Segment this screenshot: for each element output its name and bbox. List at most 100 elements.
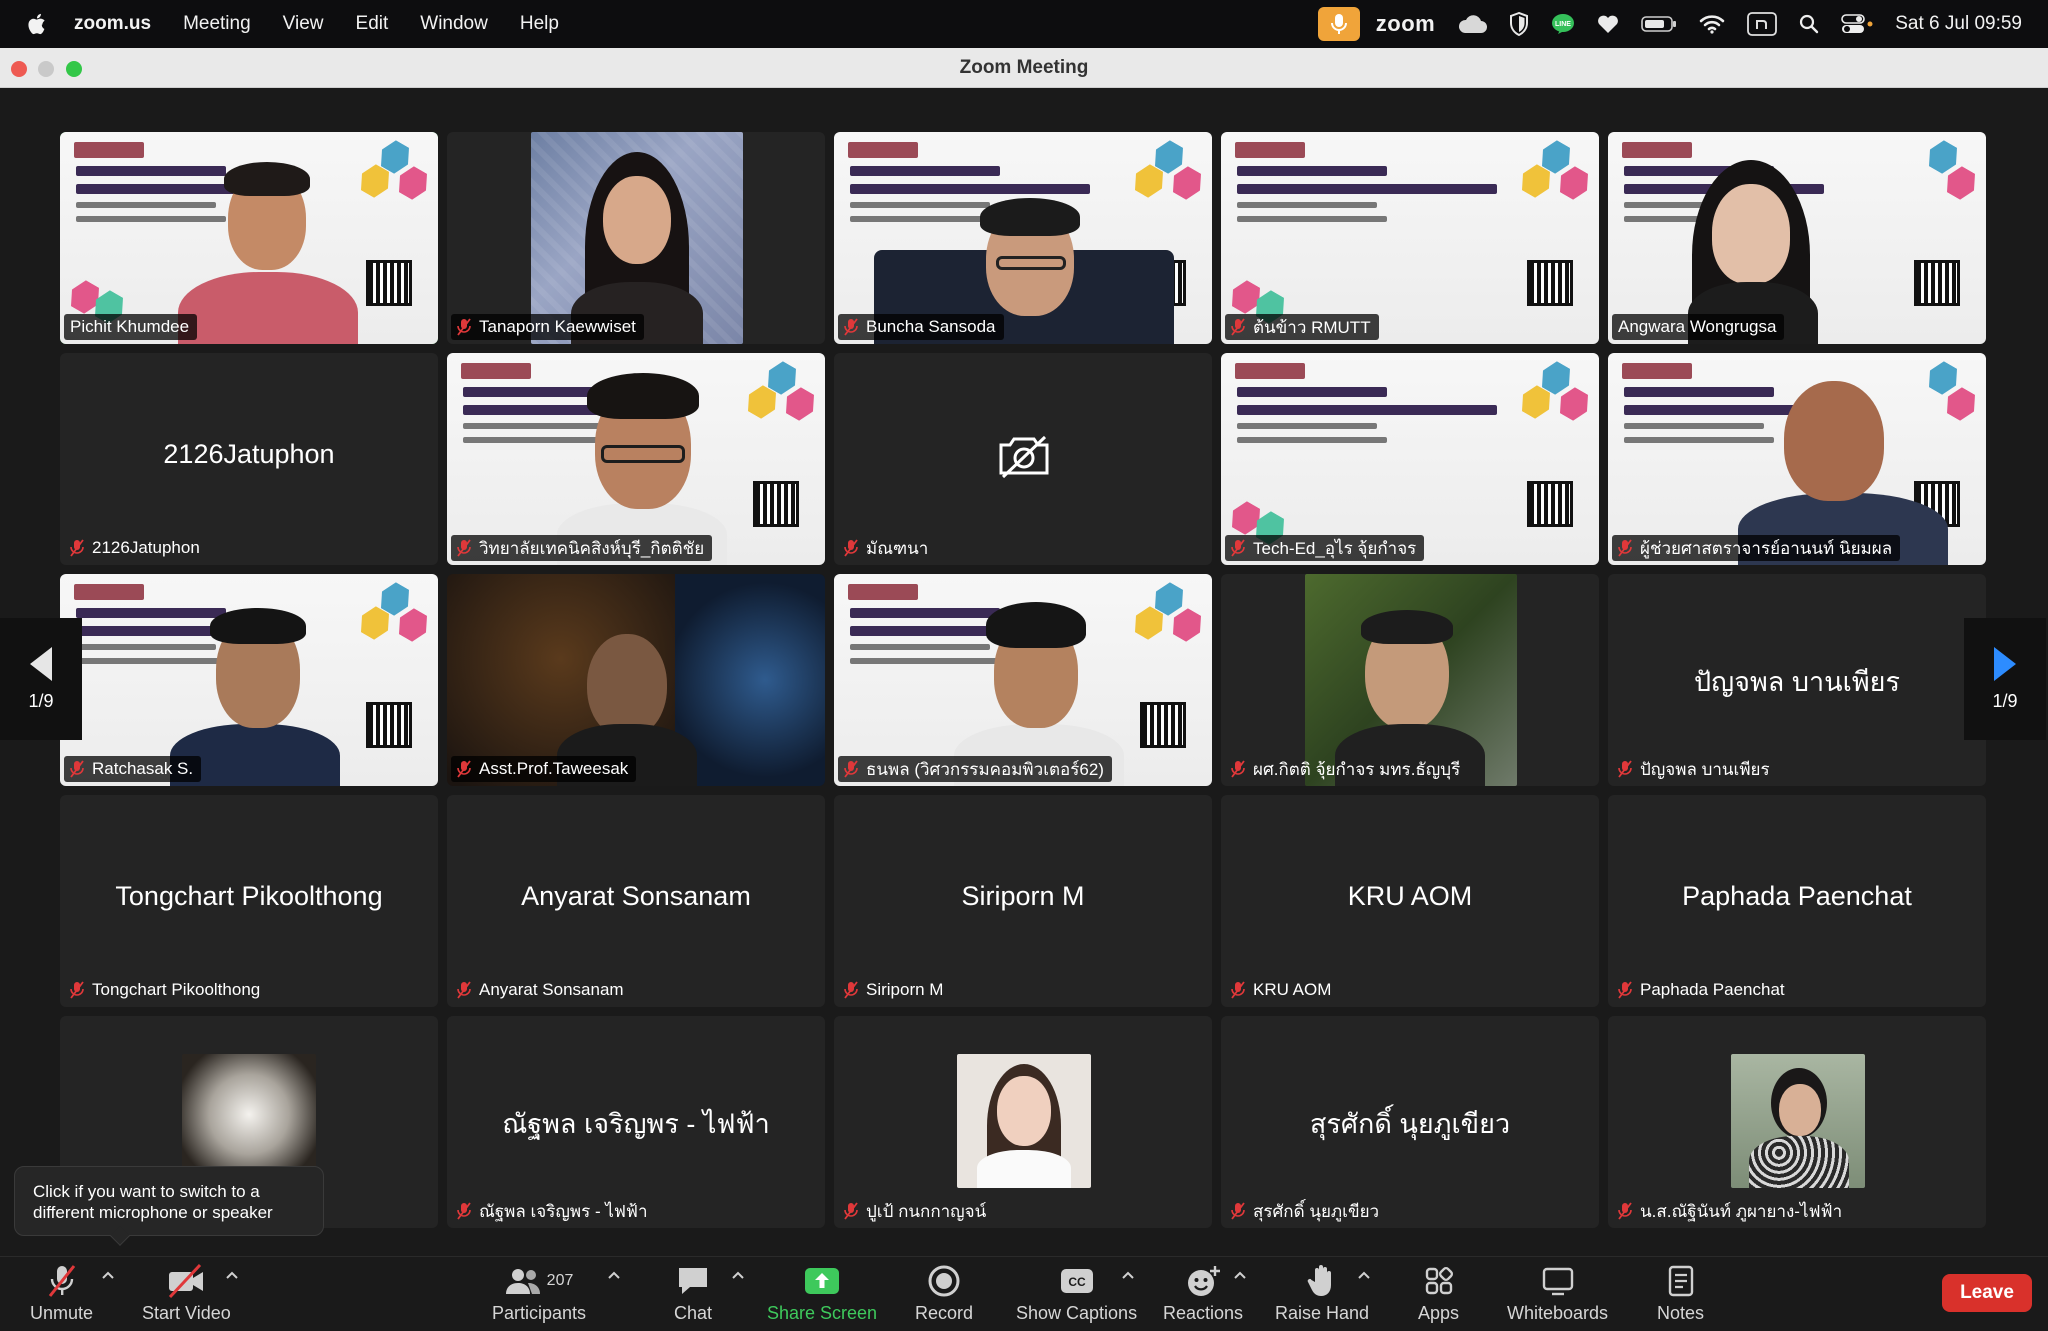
participant-name-label: 2126Jatuphon — [64, 535, 208, 561]
menu-view[interactable]: View — [283, 13, 324, 35]
line-app-icon[interactable]: LINE — [1551, 0, 1575, 48]
participant-name-label: ธนพล (วิศวกรรมคอมพิวเตอร์62) — [838, 756, 1112, 782]
participant-tile[interactable]: ธนพล (วิศวกรรมคอมพิวเตอร์62) — [834, 574, 1212, 786]
menu-window[interactable]: Window — [420, 13, 488, 35]
window-titlebar: Zoom Meeting — [0, 48, 2048, 88]
control-center-icon[interactable] — [1841, 0, 1873, 48]
participants-chevron-up-icon[interactable] — [608, 1269, 620, 1281]
menu-app-name[interactable]: zoom.us — [74, 13, 151, 35]
participant-tile[interactable]: ณัฐพล เจริญพร - ไฟฟ้า ณัฐพล เจริญพร - ไฟ… — [447, 1016, 825, 1228]
participant-name: Anyarat Sonsanam — [479, 980, 624, 999]
participant-name: KRU AOM — [1253, 980, 1332, 999]
apple-icon[interactable] — [26, 12, 50, 36]
heart-icon[interactable] — [1597, 0, 1619, 48]
participant-name-label: Tongchart Pikoolthong — [64, 977, 268, 1003]
battery-icon[interactable] — [1641, 0, 1677, 48]
participant-name-label: น.ส.ณัฐินันท์ ภูผายาง-ไฟฟ้า — [1612, 1198, 1850, 1224]
participant-name-label: KRU AOM — [1225, 977, 1339, 1003]
participant-tile[interactable]: Paphada Paenchat Paphada Paenchat — [1608, 795, 1986, 1007]
participant-tile[interactable]: ผู้ช่วยศาสตราจารย์อานนท์ นิยมผล — [1608, 353, 1986, 565]
participant-tile[interactable]: มัณฑนา — [834, 353, 1212, 565]
zoom-tray-label[interactable]: zoom — [1376, 11, 1435, 37]
shield-icon[interactable] — [1509, 0, 1529, 48]
participant-name-label: Tech-Ed_อุไร จุ้ยกำจร — [1225, 535, 1425, 561]
leave-meeting-button[interactable]: Leave — [1942, 1274, 2032, 1312]
start-video-button[interactable]: Start Video — [142, 1263, 231, 1324]
reactions-button[interactable]: Reactions — [1163, 1263, 1243, 1324]
participant-tile[interactable]: 2126Jatuphon 2126Jatuphon — [60, 353, 438, 565]
muted-mic-icon — [457, 760, 471, 778]
raise-hand-button[interactable]: Raise Hand — [1275, 1263, 1369, 1324]
participant-tile[interactable]: ผศ.กิตติ จุ้ยกำจร มทร.ธัญบุรี — [1221, 574, 1599, 786]
notes-label: Notes — [1657, 1303, 1705, 1323]
participant-tile[interactable]: ต้นข้าว RMUTT — [1221, 132, 1599, 344]
participant-name: Angwara Wongrugsa — [1618, 317, 1777, 336]
unmute-button[interactable]: Unmute — [30, 1263, 93, 1324]
notes-button[interactable]: Notes — [1657, 1263, 1704, 1324]
participant-name: ณัฐพล เจริญพร - ไฟฟ้า — [479, 1201, 648, 1221]
next-page-button[interactable]: 1/9 — [1964, 618, 2046, 740]
macos-menubar: zoom.us Meeting View Edit Window Help zo… — [0, 0, 2048, 48]
chat-label: Chat — [674, 1303, 713, 1323]
participant-tile[interactable]: KRU AOM KRU AOM — [1221, 795, 1599, 1007]
participant-tile[interactable]: ปูเป้ กนกกาญจน์ — [834, 1016, 1212, 1228]
participant-name: ผศ.กิตติ จุ้ยกำจร มทร.ธัญบุรี — [1253, 759, 1461, 779]
whiteboards-label: Whiteboards — [1507, 1303, 1609, 1323]
participant-display-name: Anyarat Sonsanam — [521, 881, 751, 911]
participant-tile[interactable]: วิทยาลัยเทคนิคสิงห์บุรี_กิตติชัย — [447, 353, 825, 565]
participant-tile[interactable]: Asst.Prof.Taweesak — [447, 574, 825, 786]
participants-button[interactable]: 207 Participants — [492, 1263, 586, 1324]
chevron-left-icon — [30, 646, 52, 681]
spotlight-search-icon[interactable] — [1799, 0, 1819, 48]
muted-mic-icon — [1231, 1202, 1245, 1220]
chat-bubble-icon — [679, 1268, 708, 1294]
participant-name-label: Ratchasak S. — [64, 756, 202, 782]
apps-button[interactable]: Apps — [1418, 1263, 1459, 1324]
participant-display-name: Paphada Paenchat — [1682, 881, 1912, 911]
chat-chevron-up-icon[interactable] — [732, 1269, 744, 1281]
captions-chevron-up-icon[interactable] — [1122, 1269, 1134, 1281]
cloud-icon[interactable] — [1457, 0, 1488, 48]
wifi-icon[interactable] — [1699, 0, 1725, 48]
muted-mic-icon — [1618, 539, 1632, 557]
muted-mic-icon — [1231, 760, 1245, 778]
menu-edit[interactable]: Edit — [356, 13, 389, 35]
share-screen-button[interactable]: Share Screen — [767, 1263, 877, 1324]
show-captions-button[interactable]: CC Show Captions — [1016, 1263, 1137, 1324]
muted-mic-icon — [1618, 1202, 1632, 1220]
participant-name-label: สุรศักดิ์ นุยภูเขียว — [1225, 1198, 1387, 1224]
whiteboards-button[interactable]: Whiteboards — [1507, 1263, 1608, 1324]
participant-name: ธนพล (วิศวกรรมคอมพิวเตอร์62) — [866, 759, 1104, 779]
participant-tile[interactable]: สุรศักดิ์ นุยภูเขียว สุรศักดิ์ นุยภูเขีย… — [1221, 1016, 1599, 1228]
participant-tile[interactable]: Tech-Ed_อุไร จุ้ยกำจร — [1221, 353, 1599, 565]
participant-tile[interactable]: Tongchart Pikoolthong Tongchart Pikoolth… — [60, 795, 438, 1007]
participant-tile[interactable]: Tanaporn Kaewwiset — [447, 132, 825, 344]
video-options-chevron-up-icon[interactable] — [226, 1269, 238, 1281]
microphone-in-use-icon[interactable] — [1317, 7, 1360, 41]
participant-display-name: KRU AOM — [1347, 881, 1473, 911]
menu-meeting[interactable]: Meeting — [183, 13, 251, 35]
participant-display-name: Siriporn M — [961, 881, 1085, 911]
audio-options-chevron-up-icon[interactable] — [102, 1269, 114, 1281]
muted-mic-icon — [844, 318, 858, 336]
participant-tile[interactable]: ปัญจพล บานเพียร ปัญจพล บานเพียร — [1608, 574, 1986, 786]
participant-tile[interactable]: Siriporn M Siriporn M — [834, 795, 1212, 1007]
participant-tile[interactable]: Buncha Sansoda — [834, 132, 1212, 344]
show-captions-label: Show Captions — [1016, 1303, 1138, 1323]
input-source-icon[interactable] — [1747, 0, 1778, 48]
record-button[interactable]: Record — [915, 1263, 973, 1324]
menubar-clock[interactable]: Sat 6 Jul 09:59 — [1895, 13, 2022, 35]
previous-page-button[interactable]: 1/9 — [0, 618, 82, 740]
participant-name: มัณฑนา — [866, 538, 929, 558]
participant-tile[interactable]: Ratchasak S. — [60, 574, 438, 786]
start-video-label: Start Video — [142, 1303, 231, 1323]
chat-button[interactable]: Chat — [674, 1263, 712, 1324]
participant-tile[interactable]: Pichit Khumdee — [60, 132, 438, 344]
participant-tile[interactable]: Anyarat Sonsanam Anyarat Sonsanam — [447, 795, 825, 1007]
menu-help[interactable]: Help — [520, 13, 559, 35]
participant-tile[interactable]: น.ส.ณัฐินันท์ ภูผายาง-ไฟฟ้า — [1608, 1016, 1986, 1228]
raise-hand-chevron-up-icon[interactable] — [1358, 1269, 1370, 1281]
participant-tile[interactable]: Angwara Wongrugsa — [1608, 132, 1986, 344]
muted-mic-icon — [70, 760, 84, 778]
reactions-chevron-up-icon[interactable] — [1234, 1269, 1246, 1281]
